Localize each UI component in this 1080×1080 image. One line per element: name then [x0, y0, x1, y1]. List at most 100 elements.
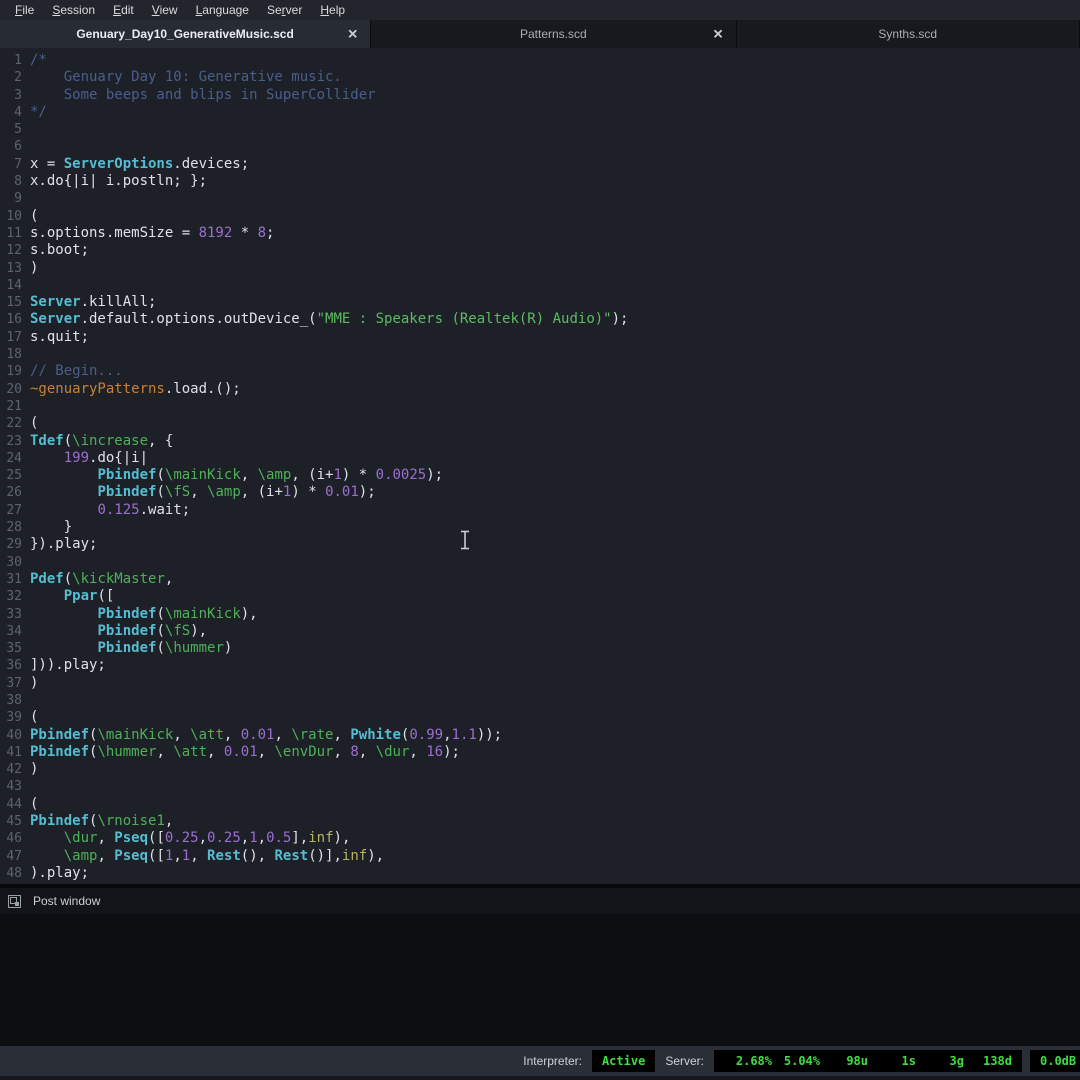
- code-line: 32 Ppar([: [0, 588, 1080, 605]
- menu-session[interactable]: Session: [43, 1, 104, 19]
- line-number: 31: [0, 571, 22, 588]
- code-text: (: [22, 709, 38, 726]
- volume-badge[interactable]: 0.0dB: [1030, 1050, 1080, 1072]
- code-line: 14: [0, 277, 1080, 294]
- code-text: \dur, Pseq([0.25,0.25,1,0.5],inf),: [22, 830, 350, 847]
- code-line: 22(: [0, 415, 1080, 432]
- line-number: 48: [0, 865, 22, 882]
- line-number: 6: [0, 138, 22, 155]
- code-line: 21: [0, 398, 1080, 415]
- code-line: 38: [0, 692, 1080, 709]
- code-line: 43: [0, 778, 1080, 795]
- code-text: (: [22, 415, 38, 432]
- code-line: 44(: [0, 796, 1080, 813]
- line-number: 3: [0, 87, 22, 104]
- line-number: 4: [0, 104, 22, 121]
- code-line: 31Pdef(\kickMaster,: [0, 571, 1080, 588]
- menu-edit[interactable]: Edit: [104, 1, 143, 19]
- line-number: 9: [0, 190, 22, 207]
- line-number: 35: [0, 640, 22, 657]
- line-number: 40: [0, 727, 22, 744]
- post-window-header[interactable]: Post window: [0, 888, 1080, 914]
- code-line: 3 Some beeps and blips in SuperCollider: [0, 87, 1080, 104]
- code-text: (: [22, 208, 38, 225]
- line-number: 12: [0, 242, 22, 259]
- line-number: 2: [0, 69, 22, 86]
- code-text: ): [22, 675, 38, 692]
- menu-view[interactable]: View: [143, 1, 187, 19]
- line-number: 47: [0, 848, 22, 865]
- menu-help[interactable]: Help: [311, 1, 354, 19]
- code-line: 42): [0, 761, 1080, 778]
- code-text: Pbindef(\mainKick, \att, 0.01, \rate, Pw…: [22, 727, 502, 744]
- dock-float-icon[interactable]: [8, 895, 21, 908]
- code-line: 25 Pbindef(\mainKick, \amp, (i+1) * 0.00…: [0, 467, 1080, 484]
- code-line: 10(: [0, 208, 1080, 225]
- line-number: 33: [0, 606, 22, 623]
- line-number: 24: [0, 450, 22, 467]
- code-line: 35 Pbindef(\hummer): [0, 640, 1080, 657]
- code-line: 15Server.killAll;: [0, 294, 1080, 311]
- code-line: 9: [0, 190, 1080, 207]
- code-text: // Begin...: [22, 363, 123, 380]
- code-line: 41Pbindef(\hummer, \att, 0.01, \envDur, …: [0, 744, 1080, 761]
- line-number: 26: [0, 484, 22, 501]
- code-text: Pbindef(\mainKick, \amp, (i+1) * 0.0025)…: [22, 467, 443, 484]
- code-text: Pbindef(\rnoise1,: [22, 813, 173, 830]
- code-line: 4*/: [0, 104, 1080, 121]
- server-status-badge[interactable]: 2.68%5.04%98u1s3g138d: [714, 1050, 1022, 1072]
- code-text: }).play;: [22, 536, 97, 553]
- server-stat: 98u: [820, 1054, 868, 1068]
- menu-server[interactable]: Server: [258, 1, 311, 19]
- tab-label: Patterns.scd: [520, 27, 587, 41]
- code-line: 37): [0, 675, 1080, 692]
- line-number: 42: [0, 761, 22, 778]
- code-line: 12s.boot;: [0, 242, 1080, 259]
- post-window-title: Post window: [33, 894, 100, 908]
- tab-genuary-day10-generativemusic-scd[interactable]: Genuary_Day10_GenerativeMusic.scd✕: [0, 20, 371, 48]
- line-number: 45: [0, 813, 22, 830]
- line-number: 37: [0, 675, 22, 692]
- interpreter-status-badge[interactable]: Active: [592, 1050, 655, 1072]
- code-line: 28 }: [0, 519, 1080, 536]
- code-line: 18: [0, 346, 1080, 363]
- text-cursor-ibeam: [459, 530, 471, 555]
- server-label: Server:: [663, 1054, 706, 1068]
- code-text: Tdef(\increase, {: [22, 433, 173, 450]
- code-line: 17s.quit;: [0, 329, 1080, 346]
- code-text: s.boot;: [22, 242, 89, 259]
- code-text: Pbindef(\hummer): [22, 640, 232, 657]
- code-text: [22, 778, 30, 795]
- line-number: 17: [0, 329, 22, 346]
- line-number: 5: [0, 121, 22, 138]
- line-number: 28: [0, 519, 22, 536]
- code-text: (: [22, 796, 38, 813]
- tab-patterns-scd[interactable]: Patterns.scd ✕: [371, 20, 736, 48]
- code-line: 46 \dur, Pseq([0.25,0.25,1,0.5],inf),: [0, 830, 1080, 847]
- window-bottom-edge: [0, 1076, 1080, 1080]
- code-text: 199.do{|i|: [22, 450, 148, 467]
- code-text: Genuary Day 10: Generative music.: [22, 69, 342, 86]
- code-line: 20~genuaryPatterns.load.();: [0, 381, 1080, 398]
- code-line: 23Tdef(\increase, {: [0, 433, 1080, 450]
- tab-synths-scd[interactable]: Synths.scd: [737, 20, 1080, 48]
- server-stat: 5.04%: [772, 1054, 820, 1068]
- server-stat: 1s: [868, 1054, 916, 1068]
- line-number: 18: [0, 346, 22, 363]
- code-editor[interactable]: 1/*2 Genuary Day 10: Generative music.3 …: [0, 48, 1080, 886]
- code-text: /*: [22, 52, 47, 69]
- server-stat: 138d: [964, 1054, 1012, 1068]
- menu-file[interactable]: File: [6, 1, 43, 19]
- code-line: 48).play;: [0, 865, 1080, 882]
- tab-close-icon[interactable]: ✕: [713, 28, 724, 41]
- code-text: ])).play;: [22, 657, 106, 674]
- line-number: 44: [0, 796, 22, 813]
- menu-language[interactable]: Language: [187, 1, 258, 19]
- code-text: [22, 121, 30, 138]
- code-text: \amp, Pseq([1,1, Rest(), Rest()],inf),: [22, 848, 384, 865]
- code-text: ): [22, 761, 38, 778]
- code-line: 24 199.do{|i|: [0, 450, 1080, 467]
- post-window-content[interactable]: [0, 914, 1080, 1046]
- code-text: x.do{|i| i.postln; };: [22, 173, 207, 190]
- tab-close-icon[interactable]: ✕: [347, 28, 358, 41]
